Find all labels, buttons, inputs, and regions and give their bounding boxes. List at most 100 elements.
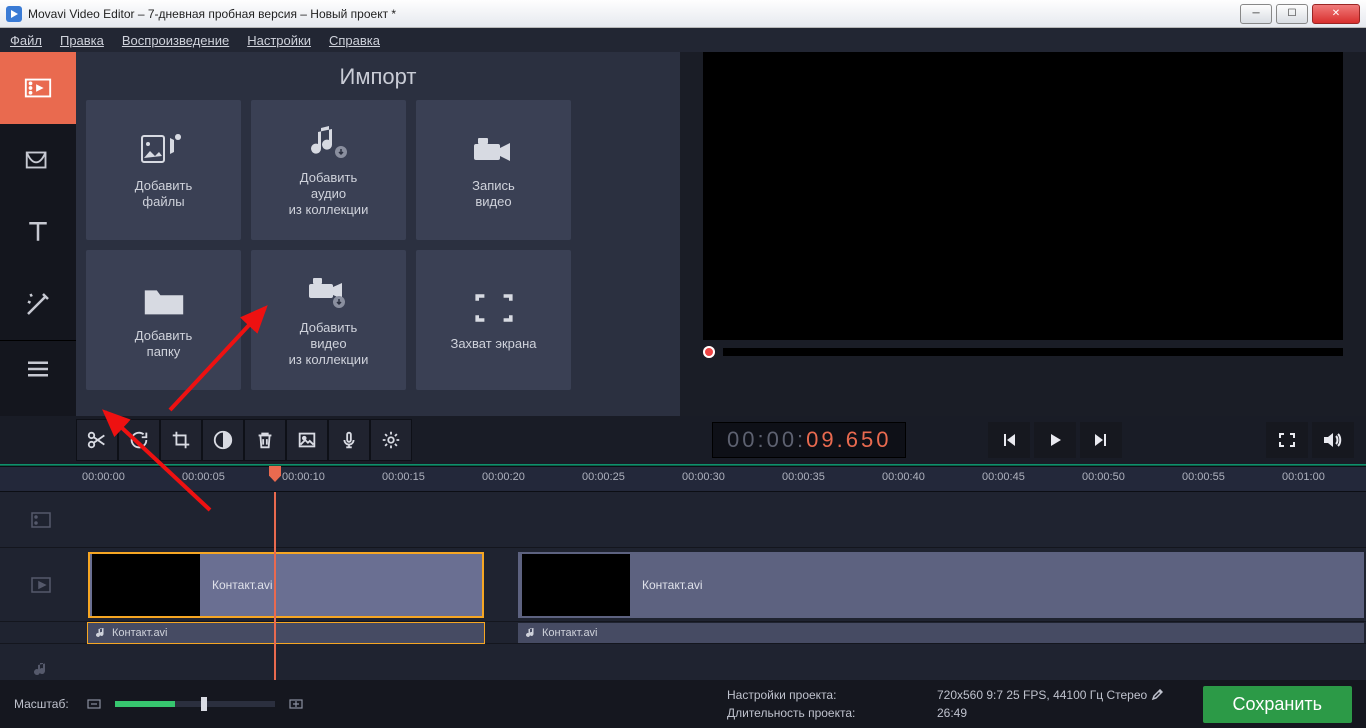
clip-audio-name: Контакт.avi (112, 627, 168, 639)
tile-add-folder[interactable]: Добавить папку (86, 250, 241, 390)
tool-mic[interactable] (328, 419, 370, 461)
project-settings-label: Настройки проекта: (727, 688, 927, 702)
capture-icon (470, 288, 518, 328)
prev-button[interactable] (988, 422, 1030, 458)
zoom-out-icon[interactable] (87, 697, 101, 711)
tile-capture-screen[interactable]: Захват экрана (416, 250, 571, 390)
ruler-tick: 00:01:00 (1282, 471, 1325, 483)
duration-label: Длительность проекта: (727, 706, 927, 720)
play-button[interactable] (1034, 422, 1076, 458)
ruler-tick: 00:00:50 (1082, 471, 1125, 483)
menu-playback[interactable]: Воспроизведение (122, 33, 229, 48)
note-icon (96, 627, 106, 639)
clip-name: Контакт.avi (642, 578, 703, 592)
note-icon (526, 627, 536, 639)
window-close-button[interactable]: ✕ (1312, 4, 1360, 24)
import-title: Импорт (86, 64, 670, 90)
sidebar-filters[interactable] (0, 124, 76, 196)
tile-label: Добавить видео из коллекции (289, 320, 369, 369)
tool-crop[interactable] (160, 419, 202, 461)
timecode-orange: 09.650 (806, 427, 891, 453)
ruler-tick: 00:00:05 (182, 471, 225, 483)
project-settings-value: 720x560 9:7 25 FPS, 44100 Гц Стерео (937, 688, 1163, 702)
image-icon (296, 429, 318, 451)
scissors-icon (86, 429, 108, 451)
tool-delete[interactable] (244, 419, 286, 461)
sidebar-more[interactable] (0, 341, 76, 397)
next-button[interactable] (1080, 422, 1122, 458)
ruler-tick: 00:00:55 (1182, 471, 1225, 483)
tool-settings[interactable] (370, 419, 412, 461)
scale-slider[interactable] (115, 701, 275, 707)
video-track-icon (30, 576, 52, 594)
app-icon (6, 6, 22, 22)
fullscreen-button[interactable] (1266, 422, 1308, 458)
menu-help[interactable]: Справка (329, 33, 380, 48)
ruler-tick: 00:00:10 (282, 471, 325, 483)
tile-record-video[interactable]: Запись видео (416, 100, 571, 240)
clip-video-2[interactable]: Контакт.avi (518, 552, 1364, 618)
tile-add-video[interactable]: Добавить видео из коллекции (251, 250, 406, 390)
window-maximize-button[interactable]: ☐ (1276, 4, 1308, 24)
zoom-in-icon[interactable] (289, 697, 303, 711)
duration-value: 26:49 (937, 706, 1163, 720)
ruler-tick: 00:00:00 (82, 471, 125, 483)
preview-panel (680, 52, 1366, 416)
clip-audio-2[interactable]: Контакт.avi (518, 623, 1364, 643)
window-titlebar: Movavi Video Editor – 7-дневная пробная … (0, 0, 1366, 28)
save-button[interactable]: Сохранить (1203, 686, 1352, 723)
menu-settings[interactable]: Настройки (247, 33, 311, 48)
tile-label: Добавить аудио из коллекции (289, 170, 369, 219)
clip-name: Контакт.avi (212, 578, 273, 592)
tile-label: Добавить файлы (135, 178, 192, 211)
audio-track-icon (34, 661, 48, 677)
prev-icon (1001, 432, 1017, 448)
time-ruler[interactable]: 00:00:00 00:00:05 00:00:10 00:00:15 00:0… (0, 466, 1366, 492)
ruler-tick: 00:00:45 (982, 471, 1025, 483)
wand-icon (23, 289, 53, 319)
next-icon (1093, 432, 1109, 448)
import-panel: Импорт Добавить файлы Добавить аудио из … (76, 52, 680, 416)
menu-bar: Файл Правка Воспроизведение Настройки Сп… (0, 28, 1366, 52)
rotate-icon (128, 429, 150, 451)
volume-icon (1322, 431, 1344, 449)
window-minimize-button[interactable]: ─ (1240, 4, 1272, 24)
playhead-dot-icon[interactable] (703, 346, 715, 358)
scale-label: Масштаб: (14, 697, 69, 711)
preview-progress[interactable] (703, 346, 1343, 358)
clip-thumb (522, 554, 630, 616)
filters-icon (23, 145, 53, 175)
track-video[interactable]: Контакт.avi Контакт.avi (0, 548, 1366, 622)
preview-video[interactable] (703, 52, 1343, 340)
ruler-tick: 00:00:35 (782, 471, 825, 483)
progress-bar[interactable] (723, 348, 1343, 356)
mic-icon (338, 429, 360, 451)
trash-icon (254, 429, 276, 451)
tool-cut[interactable] (76, 419, 118, 461)
timeline: 00:00:00 00:00:05 00:00:10 00:00:15 00:0… (0, 466, 1366, 694)
menu-file[interactable]: Файл (10, 33, 42, 48)
track-titles[interactable] (0, 492, 1366, 548)
titles-track-icon (30, 511, 52, 529)
music-download-icon (305, 122, 353, 162)
clip-video-1[interactable]: Контакт.avi (88, 552, 484, 618)
sidebar-import[interactable] (0, 52, 76, 124)
clip-audio-1[interactable]: Контакт.avi (88, 623, 484, 643)
gear-icon (380, 429, 402, 451)
sidebar-titles[interactable] (0, 196, 76, 268)
text-icon (23, 217, 53, 247)
tool-rotate[interactable] (118, 419, 160, 461)
tile-add-audio[interactable]: Добавить аудио из коллекции (251, 100, 406, 240)
tile-label: Захват экрана (450, 336, 536, 352)
track-linked-audio[interactable]: Контакт.avi Контакт.avi (0, 622, 1366, 644)
menu-edit[interactable]: Правка (60, 33, 104, 48)
folder-icon (140, 280, 188, 320)
tile-add-files[interactable]: Добавить файлы (86, 100, 241, 240)
volume-button[interactable] (1312, 422, 1354, 458)
ruler-tick: 00:00:20 (482, 471, 525, 483)
sidebar-effects[interactable] (0, 268, 76, 340)
tool-image[interactable] (286, 419, 328, 461)
tool-color[interactable] (202, 419, 244, 461)
timeline-playhead[interactable] (274, 492, 276, 694)
pencil-icon[interactable] (1151, 689, 1163, 701)
